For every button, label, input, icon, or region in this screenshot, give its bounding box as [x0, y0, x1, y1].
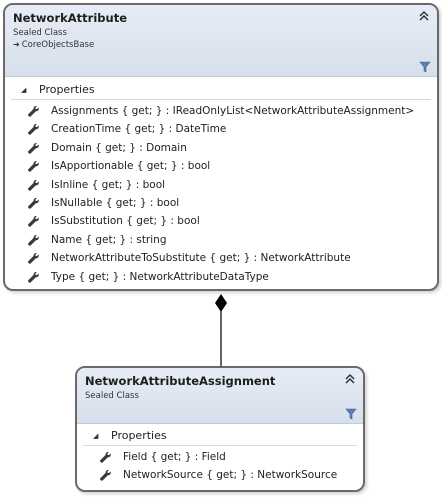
section-label: Properties [111, 429, 167, 442]
funnel-icon[interactable] [419, 61, 431, 73]
class-box-network-attribute[interactable]: NetworkAttribute Sealed Class ➜ CoreObjec… [3, 3, 439, 291]
wrench-icon [28, 142, 39, 154]
class-box-network-attribute-assignment[interactable]: NetworkAttributeAssignment Sealed Class … [75, 366, 365, 492]
wrench-icon [28, 216, 39, 228]
class-name: NetworkAttributeAssignment [85, 374, 276, 388]
property-signature: IsApportionable { get; } : bool [51, 160, 211, 173]
wrench-icon [28, 271, 39, 283]
property-signature: NetworkSource { get; } : NetworkSource [123, 469, 338, 482]
property-signature: IsInline { get; } : bool [51, 178, 166, 191]
properties-section-header[interactable]: ◢ Properties [11, 80, 431, 100]
property-signature: NetworkAttributeToSubstitute { get; } : … [51, 252, 351, 265]
property-signature: IsSubstitution { get; } : bool [51, 215, 200, 228]
property-member[interactable]: NetworkSource { get; } : NetworkSource [77, 466, 363, 484]
class-header: NetworkAttributeAssignment Sealed Class [77, 368, 363, 424]
double-chevron-up-icon[interactable] [343, 372, 357, 386]
class-base: ➜ CoreObjectsBase [13, 39, 429, 51]
property-member[interactable]: CreationTime { get; } : DateTime [5, 120, 437, 138]
property-signature: Field { get; } : Field [123, 451, 226, 463]
base-class-name: CoreObjectsBase [21, 40, 95, 50]
property-member[interactable]: IsInline { get; } : bool [5, 176, 437, 194]
member-list: Assignments { get; } : IReadOnlyList<Net… [5, 100, 437, 286]
funnel-icon[interactable] [345, 408, 357, 420]
property-member[interactable]: Field { get; } : Field [77, 448, 363, 466]
wrench-icon [28, 197, 39, 209]
wrench-icon [28, 106, 39, 117]
class-kind: Sealed Class [85, 391, 139, 401]
class-diagram: NetworkAttribute Sealed Class ➜ CoreObjec… [0, 0, 442, 497]
member-list: Field { get; } : Field NetworkSource { ge… [77, 446, 363, 485]
property-signature: Type { get; } : NetworkAttributeDataType [51, 270, 269, 283]
property-member[interactable]: NetworkAttributeToSubstitute { get; } : … [5, 249, 437, 267]
property-member[interactable]: Name { get; } : string [5, 231, 437, 249]
composition-diamond [215, 294, 227, 312]
inheritance-arrow-icon: ➜ [13, 40, 20, 49]
wrench-icon [28, 234, 39, 246]
property-member[interactable]: Type { get; } : NetworkAttributeDataType [5, 268, 437, 286]
properties-section-header[interactable]: ◢ Properties [83, 426, 357, 446]
class-name: NetworkAttribute [13, 11, 127, 25]
class-kind: Sealed Class [13, 28, 67, 38]
property-signature: Domain { get; } : Domain [51, 141, 187, 154]
property-signature: Assignments { get; } : IReadOnlyList<Net… [51, 105, 415, 117]
property-signature: Name { get; } : string [51, 233, 167, 246]
wrench-icon [28, 253, 39, 264]
section-label: Properties [39, 83, 95, 96]
triangle-down-icon[interactable]: ◢ [93, 426, 105, 446]
wrench-icon [100, 470, 111, 482]
property-member[interactable]: IsNullable { get; } : bool [5, 194, 437, 212]
class-header: NetworkAttribute Sealed Class ➜ CoreObjec… [5, 5, 437, 77]
wrench-icon [28, 179, 39, 191]
wrench-icon [100, 452, 111, 463]
property-member[interactable]: Domain { get; } : Domain [5, 139, 437, 157]
property-signature: IsNullable { get; } : bool [51, 196, 180, 209]
double-chevron-up-icon[interactable] [417, 9, 431, 23]
wrench-icon [28, 124, 39, 136]
property-member[interactable]: IsSubstitution { get; } : bool [5, 212, 437, 230]
triangle-down-icon[interactable]: ◢ [21, 80, 33, 100]
property-member[interactable]: IsApportionable { get; } : bool [5, 157, 437, 175]
wrench-icon [28, 161, 39, 172]
property-member[interactable]: Assignments { get; } : IReadOnlyList<Net… [5, 102, 437, 120]
property-signature: CreationTime { get; } : DateTime [51, 123, 227, 136]
